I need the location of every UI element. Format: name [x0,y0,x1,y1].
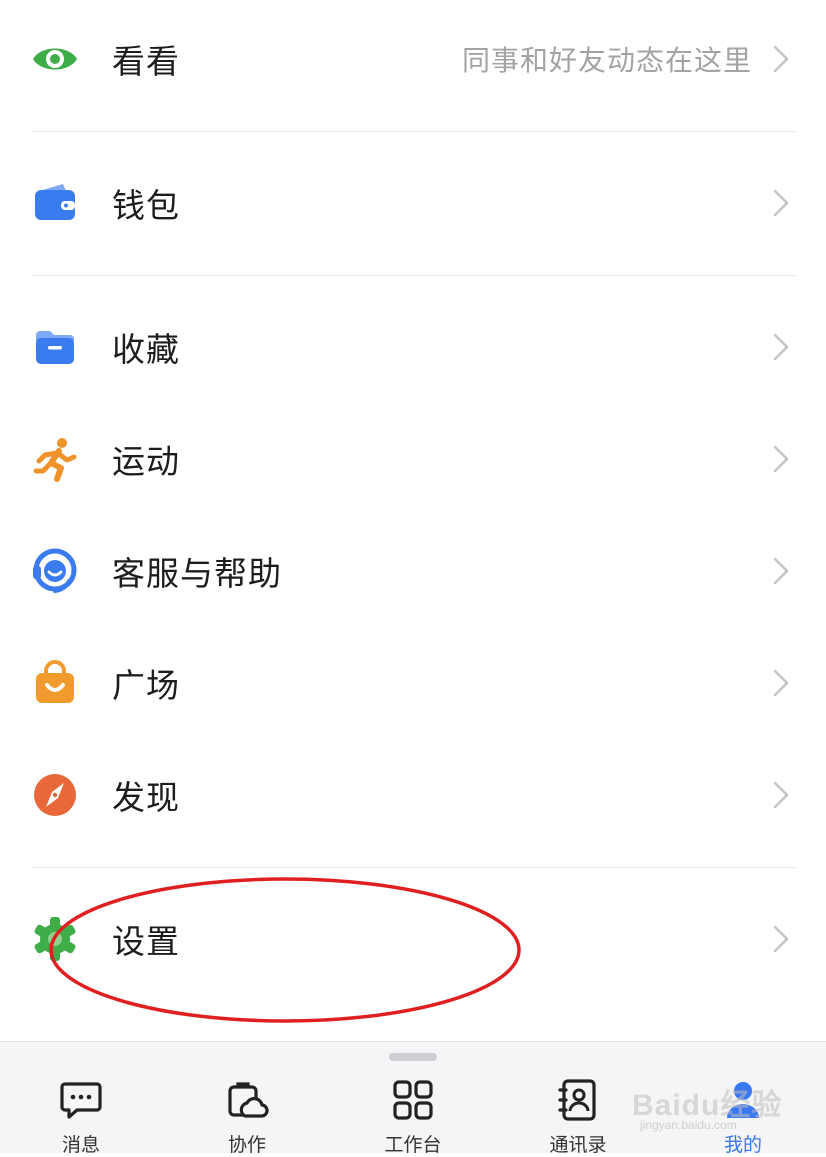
chevron-right-icon [772,44,790,74]
menu-item-label: 收藏 [112,331,180,368]
folder-icon [31,323,79,371]
compass-icon [31,771,79,819]
divider [31,131,795,132]
drag-handle[interactable] [389,1053,437,1061]
menu-item-wallet[interactable]: 钱包 [0,147,826,259]
menu-item-discover[interactable]: 发现 [0,739,826,851]
tab-label: 工作台 [384,1135,442,1156]
menu-item-label: 客服与帮助 [112,555,282,592]
menu-item-label: 设置 [112,923,180,960]
tab-workbench[interactable]: 工作台 [358,1078,468,1156]
tab-label: 消息 [61,1135,100,1156]
menu-item-kankan[interactable]: 看看 同事和好友动态在这里 [0,3,826,115]
workbench-grid-icon [391,1078,435,1122]
contacts-icon [556,1078,600,1122]
bottom-tab-bar: 消息 协作 工作台 通讯录 我的 [0,1041,826,1156]
divider [31,275,795,276]
menu-item-label: 发现 [112,779,180,816]
tab-label: 通讯录 [549,1135,607,1156]
tab-me[interactable]: 我的 [688,1078,798,1156]
eye-icon [31,35,79,83]
tab-collaboration[interactable]: 协作 [192,1078,302,1156]
menu-item-sports[interactable]: 运动 [0,403,826,515]
chevron-right-icon [772,332,790,362]
chevron-right-icon [772,188,790,218]
tab-label: 协作 [227,1135,266,1156]
tab-messages[interactable]: 消息 [26,1078,136,1156]
tab-label: 我的 [723,1135,762,1156]
chevron-right-icon [772,556,790,586]
chevron-right-icon [772,924,790,954]
menu-item-favorites[interactable]: 收藏 [0,291,826,403]
collaboration-icon [225,1078,269,1122]
menu-item-label: 运动 [112,443,180,480]
message-icon [59,1078,103,1122]
menu-item-hint: 同事和好友动态在这里 [461,45,752,76]
chevron-right-icon [772,668,790,698]
menu-item-support[interactable]: 客服与帮助 [0,515,826,627]
tab-contacts[interactable]: 通讯录 [523,1078,633,1156]
profile-icon [721,1078,765,1122]
running-person-icon [31,435,79,483]
headset-icon [31,547,79,595]
wallet-icon [31,179,79,227]
gear-icon [31,915,79,963]
divider [31,867,795,868]
chevron-right-icon [772,444,790,474]
menu-item-label: 钱包 [112,187,180,224]
menu-item-label: 看看 [112,43,180,80]
menu-item-plaza[interactable]: 广场 [0,627,826,739]
menu-item-settings[interactable]: 设置 [0,883,826,995]
chevron-right-icon [772,780,790,810]
shopping-bag-icon [31,659,79,707]
menu-item-label: 广场 [112,667,180,704]
